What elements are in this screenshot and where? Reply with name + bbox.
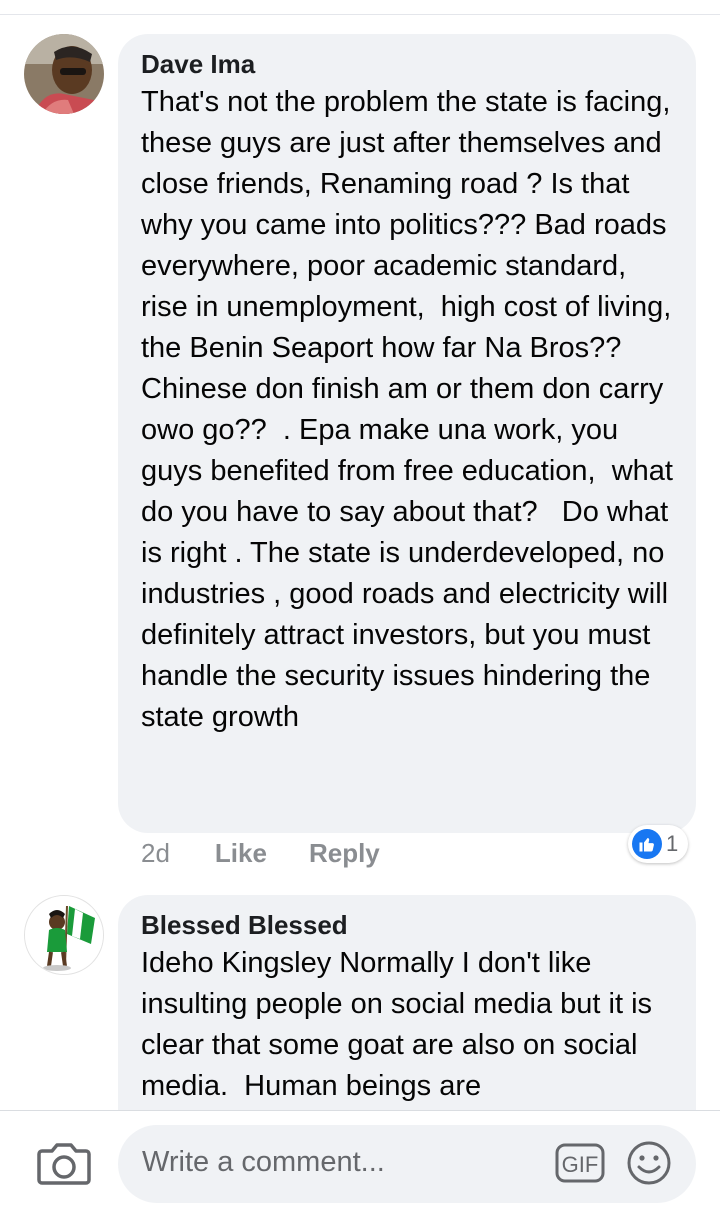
gif-button[interactable]: GIF — [555, 1143, 605, 1183]
avatar[interactable] — [24, 895, 104, 975]
reply-button[interactable]: Reply — [309, 838, 380, 869]
comment-text: Ideho Kingsley Normally I don't like ins… — [141, 947, 661, 1102]
like-icon — [632, 829, 662, 859]
comment-timestamp[interactable]: 2d — [141, 838, 170, 869]
avatar[interactable] — [24, 34, 104, 114]
reaction-summary[interactable]: 1 — [628, 825, 689, 863]
comment-input[interactable]: Write a comment... GIF — [118, 1125, 696, 1203]
comment-author[interactable]: Dave Ima — [141, 48, 674, 80]
comment-input-placeholder: Write a comment... — [142, 1146, 385, 1178]
camera-icon[interactable] — [36, 1139, 92, 1187]
like-button[interactable]: Like — [215, 838, 267, 869]
comment-bubble: Dave Ima That's not the problem the stat… — [118, 34, 696, 833]
top-divider — [0, 14, 720, 15]
comment-actions: 2d Like Reply — [141, 838, 380, 869]
svg-text:GIF: GIF — [562, 1152, 599, 1177]
comment-text: That's not the problem the state is faci… — [141, 86, 682, 733]
comment-composer: Write a comment... GIF — [0, 1110, 720, 1208]
reaction-count: 1 — [666, 831, 679, 856]
emoji-icon[interactable] — [625, 1139, 673, 1187]
comment-author[interactable]: Blessed Blessed — [141, 909, 674, 941]
